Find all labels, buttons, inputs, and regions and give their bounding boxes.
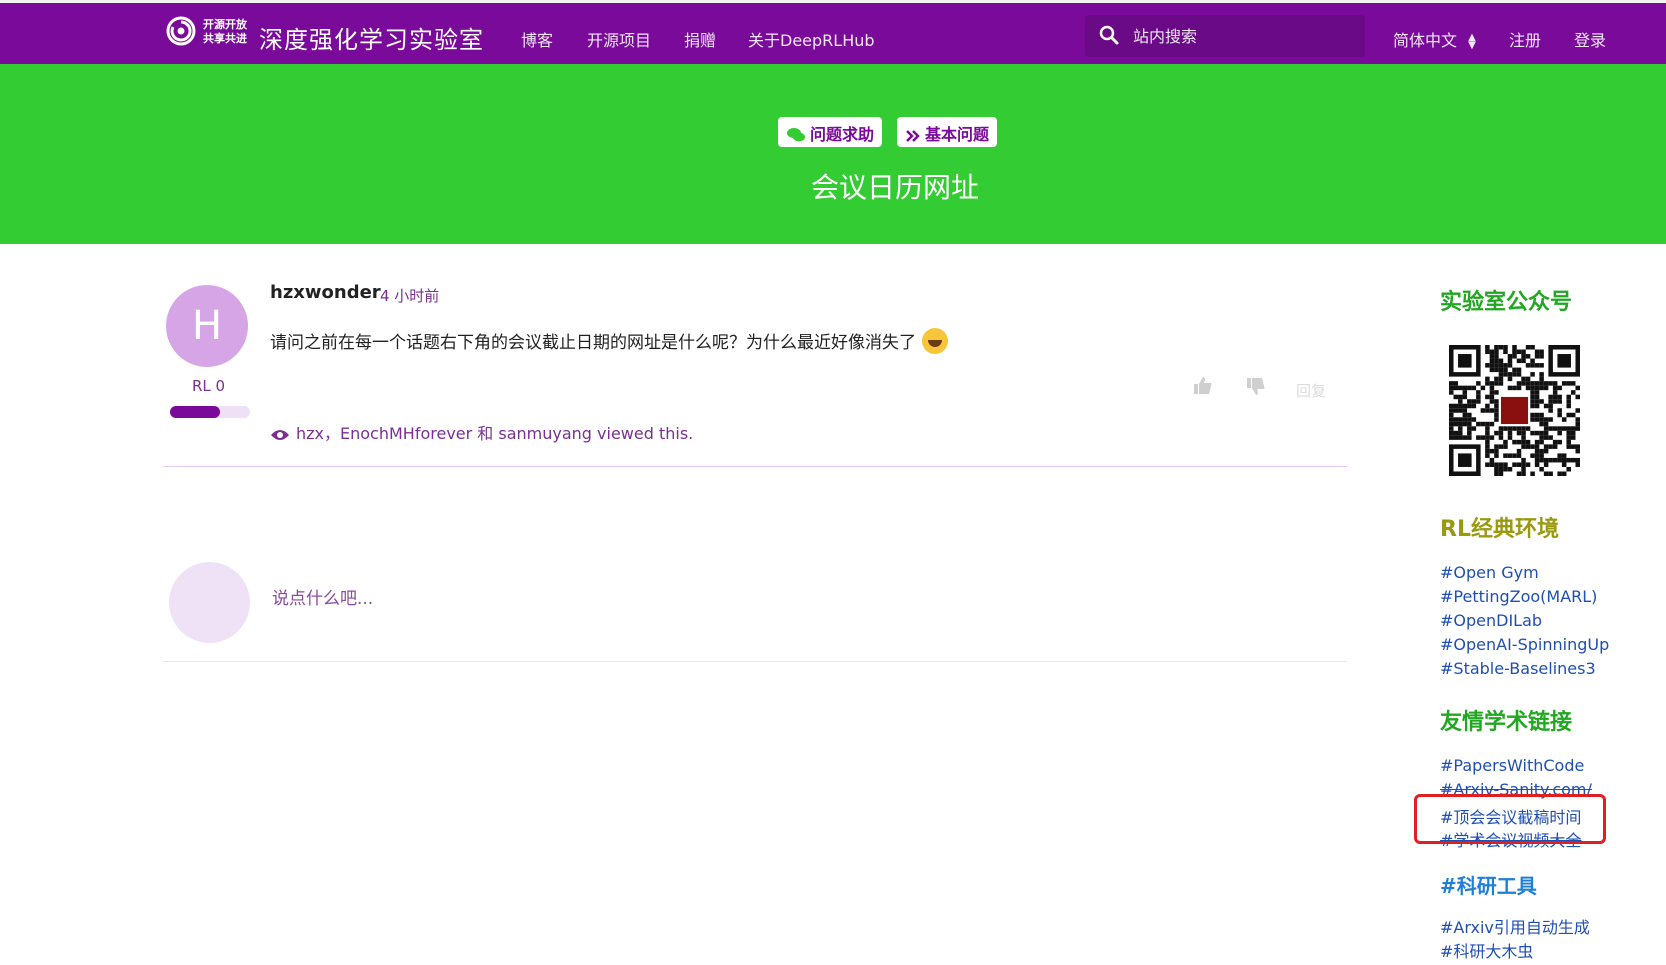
- sidebar-heading-rl-env: RL经典环境: [1440, 517, 1559, 542]
- upvote-icon[interactable]: [1193, 376, 1213, 396]
- double-chevron-right-icon: [906, 130, 920, 142]
- tag-help-label: 问题求助: [810, 125, 875, 144]
- viewed-by: hzx，EnochMHforever 和 sanmuyang viewed th…: [270, 420, 693, 444]
- logo-slogan: 开源开放 共享共进: [203, 18, 247, 46]
- language-select[interactable]: 简体中文 ▲ ▼: [1393, 27, 1476, 51]
- nav-about[interactable]: 关于DeepRLHub: [748, 27, 875, 51]
- post-timestamp[interactable]: 4 小时前: [380, 285, 439, 306]
- reputation-bar-fill: [170, 406, 220, 418]
- nav-open-source[interactable]: 开源项目: [587, 27, 651, 51]
- post-content-text: 请问之前在每一个话题右下角的会议截止日期的网址是什么呢？为什么最近好像消失了: [270, 333, 916, 353]
- sidebar-link-paperswithcode[interactable]: #PapersWithCode: [1440, 756, 1584, 775]
- sidebar-link-pettingzoo[interactable]: #PettingZoo(MARL): [1440, 587, 1597, 606]
- user-avatar[interactable]: H: [166, 285, 248, 367]
- tag-help[interactable]: 问题求助: [778, 117, 883, 147]
- rofl-emoji-icon: [922, 328, 948, 354]
- post-content: 请问之前在每一个话题右下角的会议截止日期的网址是什么呢？为什么最近好像消失了: [270, 328, 948, 354]
- reputation-bar: [170, 406, 250, 418]
- sidebar-link-stable-baselines3[interactable]: #Stable-Baselines3: [1440, 659, 1596, 678]
- logo-slogan-line1: 开源开放: [203, 18, 247, 31]
- language-label: 简体中文: [1393, 31, 1458, 50]
- login-link[interactable]: 登录: [1574, 27, 1606, 51]
- downvote-icon[interactable]: [1246, 376, 1266, 396]
- viewed-by-text: hzx，EnochMHforever 和 sanmuyang viewed th…: [296, 424, 694, 443]
- post-divider: [163, 466, 1347, 467]
- sidebar-link-opendilab[interactable]: #OpenDILab: [1440, 611, 1542, 630]
- search-box[interactable]: [1085, 15, 1365, 57]
- nav-donate[interactable]: 捐赠: [684, 27, 716, 51]
- sidebar-link-arxiv-citation[interactable]: #Arxiv引用自动生成: [1440, 914, 1590, 938]
- site-title[interactable]: 深度强化学习实验室: [259, 20, 484, 55]
- reputation-label: RL 0: [192, 377, 226, 395]
- qr-code-image: [1449, 345, 1580, 476]
- nav-blog[interactable]: 博客: [521, 27, 553, 51]
- tag-basic-label: 基本问题: [925, 125, 990, 144]
- post-author[interactable]: hzxwonder: [270, 282, 381, 303]
- logo-slogan-line2: 共享共进: [203, 32, 247, 45]
- reply-input[interactable]: [272, 584, 1322, 614]
- reply-divider: [163, 661, 1347, 662]
- topic-banner: 问题求助 基本问题 会议日历网址: [0, 64, 1666, 244]
- register-link[interactable]: 注册: [1509, 27, 1541, 51]
- sidebar-heading-academic-links: 友情学术链接: [1440, 710, 1573, 735]
- top-navbar: 开源开放 共享共进 深度强化学习实验室 博客 开源项目 捐赠 关于DeepRLH…: [0, 0, 1666, 64]
- sidebar-link-open-gym[interactable]: #Open Gym: [1440, 563, 1539, 582]
- search-icon[interactable]: [1099, 25, 1119, 45]
- red-highlight-box: [1414, 794, 1606, 844]
- sidebar-link-spinningup[interactable]: #OpenAI-SpinningUp: [1440, 635, 1609, 654]
- reply-avatar: [169, 562, 250, 643]
- tag-basic[interactable]: 基本问题: [897, 117, 998, 147]
- logo-icon[interactable]: [166, 16, 196, 46]
- eye-icon: [271, 430, 289, 440]
- reply-button[interactable]: 回复: [1296, 380, 1326, 401]
- sidebar-heading-wechat: 实验室公众号: [1440, 290, 1573, 315]
- sidebar-link-muchong[interactable]: #科研大木虫: [1440, 938, 1533, 962]
- search-input[interactable]: [1133, 23, 1353, 49]
- sidebar-heading-research-tools: #科研工具: [1440, 874, 1537, 898]
- topic-title: 会议日历网址: [810, 171, 979, 204]
- sort-caret-icon: ▲ ▼: [1468, 31, 1476, 51]
- comments-icon: [787, 128, 805, 142]
